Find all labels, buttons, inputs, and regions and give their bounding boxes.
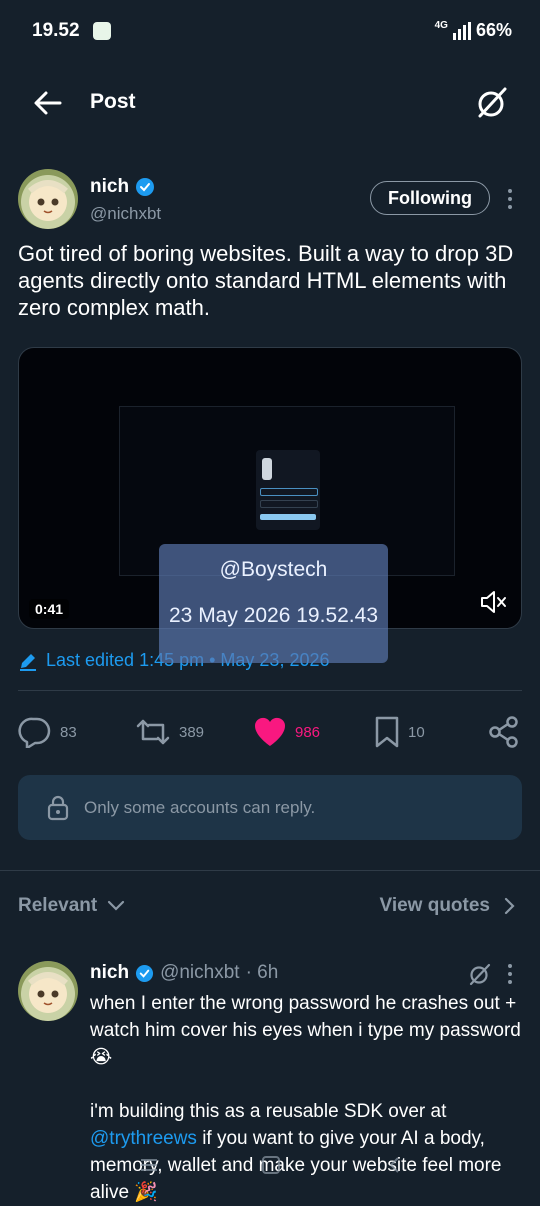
more-vertical-icon: [508, 964, 512, 984]
reply-text-span: i'm building this as a reusable SDK over…: [90, 1101, 447, 1122]
reply-restriction-banner: Only some accounts can reply.: [18, 775, 522, 840]
post-more-button[interactable]: [502, 186, 518, 212]
status-time: 19.52: [32, 20, 80, 41]
avatar-face-icon: [28, 180, 68, 214]
battery-level: 66%: [475, 20, 512, 40]
sort-replies-button[interactable]: Relevant: [18, 895, 125, 917]
reply-count: 83: [60, 723, 77, 741]
recents-icon[interactable]: [141, 1159, 157, 1171]
reply-author-name[interactable]: nich: [90, 962, 129, 984]
watermark-user: @Boystech: [219, 558, 328, 581]
bookmark-count: 10: [408, 723, 425, 741]
view-quotes-label: View quotes: [379, 895, 490, 916]
reply-icon: [18, 717, 51, 748]
share-button[interactable]: [488, 715, 520, 749]
back-button[interactable]: [32, 89, 64, 117]
repost-count: 389: [179, 723, 205, 741]
view-quotes-button[interactable]: View quotes: [379, 895, 516, 917]
sort-label: Relevant: [18, 895, 98, 916]
reply-author-avatar[interactable]: [18, 961, 78, 1021]
reply-more-button[interactable]: [503, 962, 517, 986]
following-button[interactable]: Following: [370, 181, 490, 215]
author-avatar[interactable]: [18, 169, 78, 229]
watermark-timestamp: 23 May 2026 19.52.43: [169, 604, 378, 627]
edit-pencil-icon: [20, 653, 36, 671]
grok-icon: [469, 963, 491, 986]
chevron-down-icon: [108, 900, 125, 911]
reply-grok-button[interactable]: [468, 962, 492, 986]
author-handle[interactable]: @nichxbt: [90, 204, 161, 224]
notification-app-icon: [93, 22, 111, 40]
lock-icon: [47, 795, 69, 820]
grok-button[interactable]: [474, 85, 510, 121]
reply-button[interactable]: 83: [18, 715, 77, 749]
reply-mention-link[interactable]: @trythreews: [90, 1128, 197, 1149]
more-vertical-icon: [508, 189, 512, 209]
mute-button[interactable]: [478, 588, 508, 616]
reply-text-line: when I enter the wrong password he crash…: [90, 993, 521, 1068]
divider: [18, 690, 522, 691]
video-duration: 0:41: [29, 599, 70, 619]
back-arrow-icon: [34, 91, 62, 115]
verified-badge-icon: [136, 964, 154, 982]
author-name[interactable]: nich: [90, 176, 129, 198]
reply-restriction-text: Only some accounts can reply.: [84, 797, 316, 817]
verified-badge-icon: [135, 177, 155, 197]
section-divider: [0, 870, 540, 871]
bookmark-icon: [375, 716, 399, 748]
screenshot-watermark: @Boystech 23 May 2026 19.52.43: [159, 544, 388, 663]
reply-author-handle[interactable]: @nichxbt: [160, 962, 240, 984]
video-frame-login-card: [256, 450, 320, 530]
system-back-icon[interactable]: [389, 1157, 399, 1173]
heart-icon: [254, 717, 286, 746]
page-title: Post: [90, 90, 136, 113]
like-count: 986: [295, 723, 321, 741]
post-text: Got tired of boring websites. Built a wa…: [18, 241, 514, 320]
grok-icon: [478, 87, 507, 118]
repost-button[interactable]: 389: [135, 715, 204, 749]
reply-header: nich @nichxbt · 6h: [90, 962, 278, 984]
repost-icon: [136, 719, 170, 745]
chevron-right-icon: [504, 897, 515, 915]
status-indicators: 4G 66%: [435, 20, 512, 41]
reply-time: · 6h: [245, 962, 279, 983]
mute-icon: [481, 591, 506, 613]
network-label: 4G: [434, 20, 448, 31]
like-button[interactable]: 986: [253, 715, 320, 749]
share-icon: [489, 716, 518, 748]
avatar-face-icon: [28, 972, 68, 1006]
bookmark-button[interactable]: 10: [374, 715, 425, 749]
system-nav-bar: [0, 1150, 540, 1200]
home-icon[interactable]: [262, 1156, 280, 1174]
signal-icon: [452, 21, 471, 40]
